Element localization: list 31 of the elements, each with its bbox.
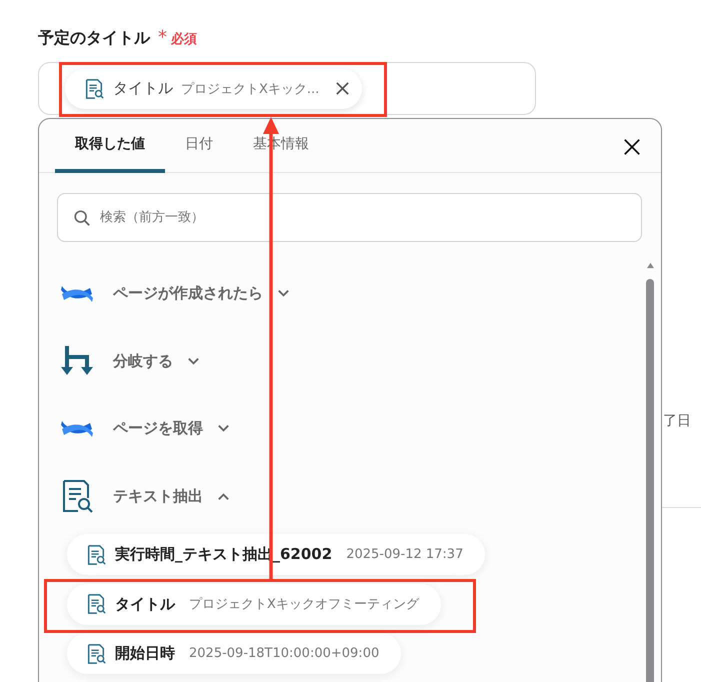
document-search-icon [85,593,107,616]
close-icon[interactable] [623,138,641,156]
group-header[interactable]: 分岐する [59,328,644,395]
document-search-icon [85,642,107,665]
required-text: 必須 [171,30,197,48]
search-field[interactable]: 検索（前方一致） [57,193,642,242]
value-item[interactable]: 開始日時 2025-09-18T10:00:00+09:00 [67,633,402,674]
chip-name: タイトル [113,79,173,98]
close-icon[interactable] [335,81,350,96]
required-mark: * [158,27,167,48]
scrollbar-thumb[interactable] [646,279,654,682]
tab[interactable]: 日付 [165,119,233,173]
value-item[interactable]: タイトル プロジェクトXキックオフミーティング [67,584,441,625]
item-name: タイトル [115,594,175,614]
item-value: 2025-09-18T10:00:00+09:00 [189,646,380,662]
tab[interactable]: 取得した値 [55,119,165,173]
group-header[interactable]: ページを取得 [59,395,644,462]
scroll-up-icon[interactable] [646,262,654,269]
hidden-label: 了日 [663,412,691,430]
title-field[interactable]: タイトル プロジェクトXキック... [38,62,536,115]
search-icon [73,209,91,227]
group-header[interactable]: テキスト抽出 [59,462,644,530]
value-chip[interactable]: タイトル プロジェクトXキック... [65,68,362,108]
group-header[interactable]: ページが作成されたら [59,260,644,328]
item-name: 開始日時 [115,644,175,664]
document-search-icon [83,78,105,100]
chip-value: プロジェクトXキック... [181,80,320,98]
item-value: プロジェクトXキックオフミーティング [189,596,419,614]
item-value: 2025-09-12 17:37 [346,547,464,562]
field-label: 予定のタイトル [38,28,150,49]
document-search-icon [85,544,107,566]
